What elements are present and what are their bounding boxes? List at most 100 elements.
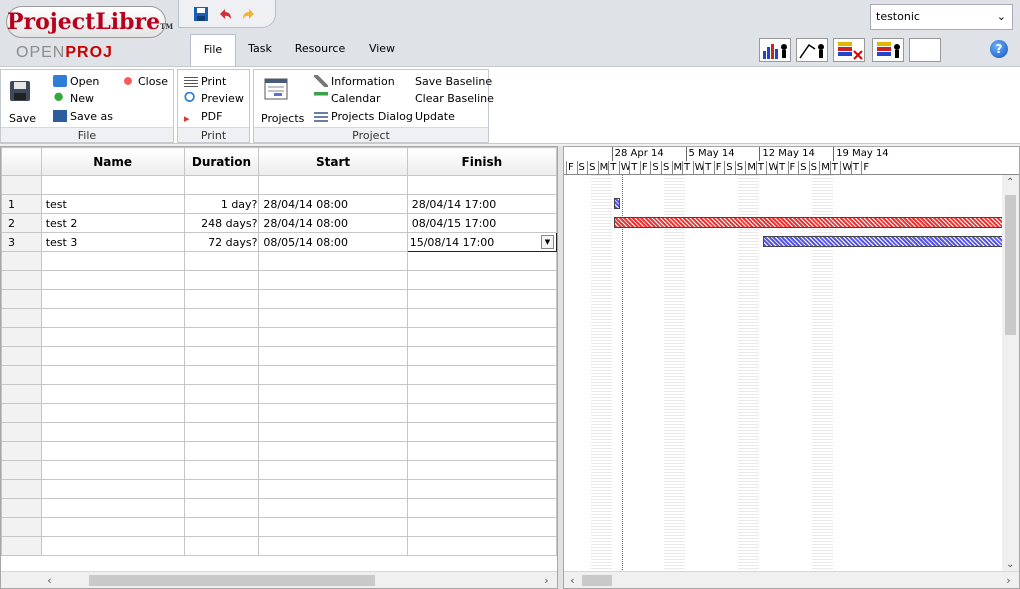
cell-duration[interactable] bbox=[183, 308, 260, 328]
cell-duration[interactable] bbox=[183, 175, 260, 195]
cell-duration[interactable] bbox=[183, 498, 260, 518]
cell-finish[interactable] bbox=[406, 346, 557, 366]
cell-name[interactable] bbox=[40, 498, 185, 518]
table-row[interactable] bbox=[1, 422, 557, 442]
print-button[interactable]: Print bbox=[184, 75, 226, 89]
cell-finish[interactable] bbox=[406, 175, 557, 195]
table-row[interactable]: 3 test 3 72 days? 08/05/14 08:00 15/08/14 17… bbox=[1, 232, 557, 252]
projects-button[interactable]: Projects bbox=[261, 112, 304, 126]
projects-button-icon[interactable] bbox=[264, 78, 288, 104]
table-row[interactable] bbox=[1, 403, 557, 423]
tab-file[interactable]: File bbox=[190, 34, 236, 66]
cell-start[interactable] bbox=[258, 308, 408, 328]
tab-resource[interactable]: Resource bbox=[290, 34, 350, 64]
cell-finish[interactable] bbox=[406, 422, 557, 442]
cell-finish[interactable] bbox=[406, 365, 557, 385]
table-row[interactable] bbox=[1, 384, 557, 404]
update-button[interactable]: Update bbox=[415, 110, 455, 124]
no-sub-view-button[interactable] bbox=[909, 38, 941, 62]
table-row[interactable] bbox=[1, 308, 557, 328]
user-dropdown[interactable]: testonic ⌄ bbox=[870, 4, 1013, 30]
cell-name[interactable] bbox=[40, 308, 185, 328]
cell-name[interactable] bbox=[40, 270, 185, 290]
cell-duration[interactable] bbox=[183, 517, 260, 537]
cell-finish[interactable] bbox=[406, 403, 557, 423]
table-row[interactable] bbox=[1, 441, 557, 461]
cell-start[interactable] bbox=[258, 498, 408, 518]
table-row[interactable] bbox=[1, 327, 557, 347]
cell-name[interactable]: test 2 bbox=[40, 213, 185, 233]
resource-usage-button[interactable] bbox=[872, 38, 904, 62]
cell-finish[interactable] bbox=[406, 517, 557, 537]
cell-duration[interactable] bbox=[183, 460, 260, 480]
cell-start[interactable] bbox=[258, 441, 408, 461]
table-row[interactable]: 2 test 2 248 days? 28/04/14 08:00 08/04/15 1… bbox=[1, 213, 557, 233]
cell-start[interactable]: 28/04/14 08:00 bbox=[258, 213, 408, 233]
cell-finish[interactable] bbox=[406, 308, 557, 328]
cell-name[interactable] bbox=[40, 346, 185, 366]
histogram-view-button[interactable] bbox=[759, 38, 791, 62]
gantt-scroll-left-icon[interactable]: ‹ bbox=[564, 572, 581, 588]
cell-start[interactable] bbox=[258, 365, 408, 385]
cell-start[interactable] bbox=[258, 536, 408, 556]
table-row[interactable] bbox=[1, 479, 557, 499]
cell-finish[interactable] bbox=[406, 498, 557, 518]
table-scroll-thumb[interactable] bbox=[89, 575, 375, 586]
gantt-scroll-thumb[interactable] bbox=[582, 575, 612, 586]
tab-view[interactable]: View bbox=[362, 34, 402, 64]
cell-name[interactable] bbox=[40, 175, 185, 195]
cell-name[interactable] bbox=[40, 251, 185, 271]
calendar-button[interactable]: Calendar bbox=[314, 92, 380, 106]
save-baseline-button[interactable]: Save Baseline bbox=[415, 75, 492, 89]
cell-start[interactable] bbox=[258, 270, 408, 290]
save-button[interactable] bbox=[9, 80, 31, 106]
cell-finish[interactable]: 28/04/14 17:00 bbox=[406, 194, 557, 214]
col-header-name[interactable]: Name bbox=[40, 147, 185, 176]
cell-name[interactable] bbox=[40, 422, 185, 442]
task-bar-test-2[interactable] bbox=[613, 217, 1014, 228]
cell-start[interactable] bbox=[258, 327, 408, 347]
table-row[interactable] bbox=[1, 175, 557, 195]
cell-duration[interactable] bbox=[183, 422, 260, 442]
scroll-up-icon[interactable]: ⌃ bbox=[1006, 177, 1014, 188]
save-as-button[interactable]: Save as bbox=[53, 110, 113, 124]
cell-name[interactable] bbox=[40, 517, 185, 537]
col-header-start[interactable]: Start bbox=[258, 147, 408, 176]
table-row[interactable] bbox=[1, 460, 557, 480]
cell-duration[interactable] bbox=[183, 327, 260, 347]
cell-duration[interactable] bbox=[183, 441, 260, 461]
cell-duration[interactable] bbox=[183, 536, 260, 556]
redo-icon[interactable] bbox=[241, 6, 257, 22]
cell-start[interactable]: 08/05/14 08:00 bbox=[258, 232, 408, 252]
cell-finish[interactable] bbox=[406, 251, 557, 271]
usage-view-button[interactable] bbox=[796, 38, 828, 62]
cell-duration[interactable]: 72 days? bbox=[183, 232, 260, 252]
gantt-vscroll-thumb[interactable] bbox=[1005, 195, 1016, 335]
gantt-horizontal-scrollbar[interactable]: ‹ › bbox=[564, 571, 1019, 588]
gantt-scroll-right-icon[interactable]: › bbox=[1000, 572, 1017, 588]
cell-start[interactable] bbox=[258, 175, 408, 195]
cell-start[interactable] bbox=[258, 289, 408, 309]
cell-duration[interactable]: 1 day? bbox=[183, 194, 260, 214]
cell-finish[interactable] bbox=[406, 270, 557, 290]
cell-name[interactable] bbox=[40, 327, 185, 347]
scroll-left-icon[interactable]: ‹ bbox=[41, 572, 58, 588]
table-row[interactable] bbox=[1, 251, 557, 271]
cell-start[interactable] bbox=[258, 251, 408, 271]
cell-name[interactable] bbox=[40, 289, 185, 309]
cell-duration[interactable] bbox=[183, 346, 260, 366]
cell-duration[interactable] bbox=[183, 365, 260, 385]
task-bar-test[interactable] bbox=[613, 198, 620, 209]
tab-task[interactable]: Task bbox=[240, 34, 280, 64]
cell-duration[interactable] bbox=[183, 289, 260, 309]
new-button[interactable]: New bbox=[53, 92, 94, 106]
table-row[interactable] bbox=[1, 517, 557, 537]
help-icon[interactable]: ? bbox=[990, 40, 1008, 58]
cell-start[interactable] bbox=[258, 346, 408, 366]
cell-name[interactable]: test bbox=[40, 194, 185, 214]
table-row[interactable]: 1 test 1 day? 28/04/14 08:00 28/04/14 17:00 bbox=[1, 194, 557, 214]
table-row[interactable] bbox=[1, 365, 557, 385]
task-usage-button[interactable] bbox=[833, 38, 865, 62]
table-row[interactable] bbox=[1, 536, 557, 556]
projects-dialog-button[interactable]: Projects Dialog bbox=[314, 110, 413, 124]
